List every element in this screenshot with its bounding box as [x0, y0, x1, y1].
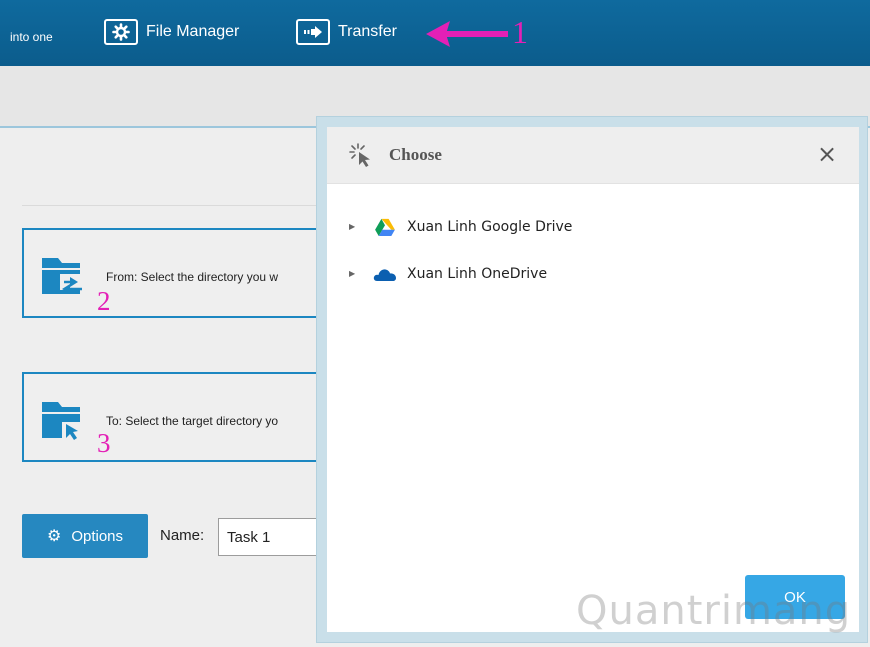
gear-folder-icon: [104, 19, 138, 45]
nav-transfer-label: Transfer: [338, 23, 397, 40]
brand-text: into one: [10, 30, 53, 44]
options-button-label: Options: [71, 527, 124, 545]
tree-item-label: Xuan Linh Google Drive: [407, 218, 573, 235]
task-name-label: Name:: [160, 527, 205, 544]
dialog-title: Choose: [389, 145, 442, 164]
from-directory-selector[interactable]: From: Select the directory you w: [22, 228, 332, 318]
annotation-number-3: 3: [97, 428, 111, 458]
close-icon[interactable]: ×: [815, 141, 839, 167]
nav-file-manager[interactable]: File Manager: [104, 16, 239, 48]
annotation-number-1: 1: [512, 14, 528, 50]
expand-arrow-icon[interactable]: ▶: [349, 222, 359, 231]
to-directory-selector[interactable]: To: Select the target directory yo: [22, 372, 332, 462]
watermark-text: Quantrimang: [576, 588, 852, 634]
dialog-header: Choose ×: [327, 127, 859, 184]
expand-arrow-icon[interactable]: ▶: [349, 269, 359, 278]
tree-item-google-drive[interactable]: ▶ Xuan Linh Google Drive: [349, 203, 572, 250]
top-navigation-bar: into one File Manager Transfer 1: [0, 0, 870, 66]
divider: [22, 205, 322, 206]
choose-dialog-frame: Choose × ▶ Xuan Linh Google Drive ▶ Xuan…: [316, 116, 868, 643]
tree-item-label: Xuan Linh OneDrive: [407, 265, 548, 282]
gear-icon: ⚙: [46, 528, 62, 545]
folder-target-icon: [42, 402, 84, 440]
annotation-number-2: 2: [97, 286, 111, 316]
google-drive-icon: [375, 218, 395, 236]
transfer-arrow-icon: [296, 19, 330, 45]
task-name-input[interactable]: [218, 518, 328, 556]
nav-transfer[interactable]: Transfer: [296, 16, 397, 48]
options-button[interactable]: ⚙ Options: [22, 514, 148, 558]
tree-item-onedrive[interactable]: ▶ Xuan Linh OneDrive: [349, 250, 572, 297]
from-directory-label: From: Select the directory you w: [106, 270, 279, 284]
pointer-click-icon: [349, 143, 370, 167]
annotation-arrow-icon: [426, 21, 508, 47]
to-directory-label: To: Select the target directory yo: [106, 414, 279, 428]
choose-dialog: Choose × ▶ Xuan Linh Google Drive ▶ Xuan…: [327, 127, 859, 632]
cloud-drive-tree: ▶ Xuan Linh Google Drive ▶ Xuan Linh One…: [349, 203, 572, 297]
onedrive-icon: [373, 268, 396, 281]
folder-transfer-icon: [42, 258, 82, 294]
nav-file-manager-label: File Manager: [146, 23, 240, 40]
